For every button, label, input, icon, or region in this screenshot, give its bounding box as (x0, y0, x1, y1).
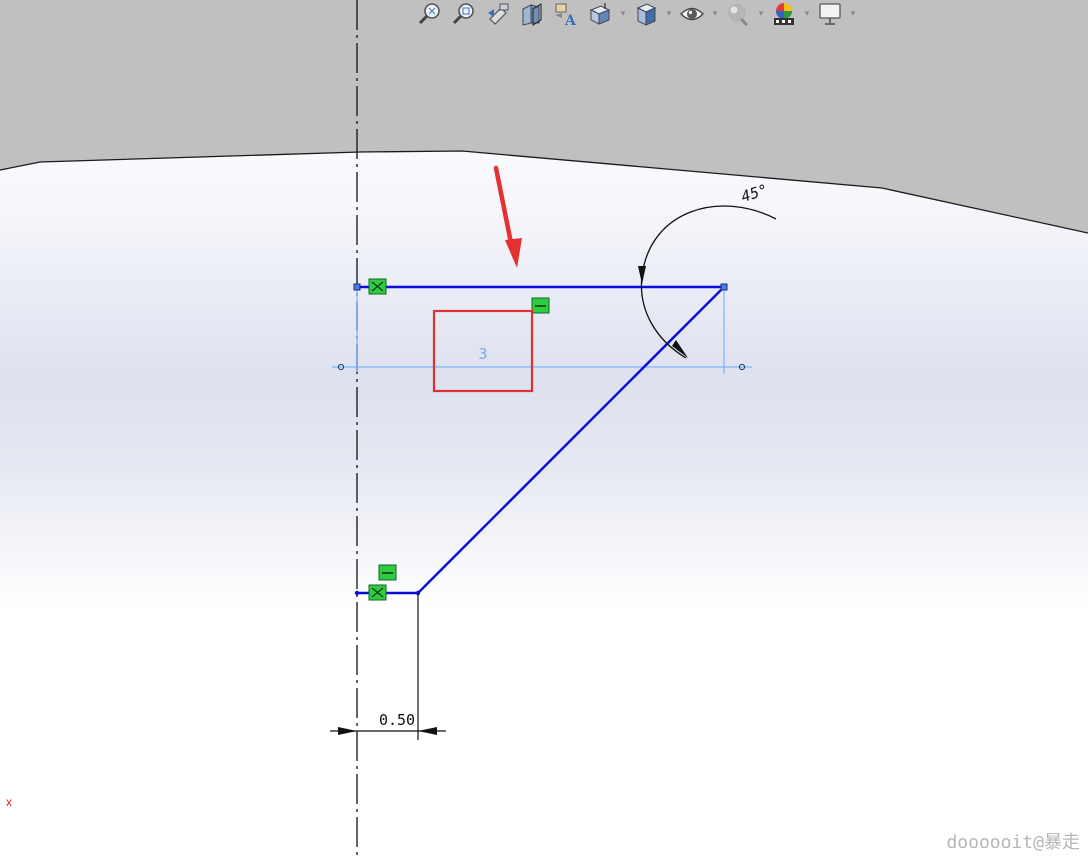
coincident-relation-icon[interactable] (368, 584, 387, 601)
annotation-arrow (493, 165, 522, 268)
origin-axis-label: x (6, 795, 12, 809)
watermark: doooooit@暴走 (946, 832, 1080, 853)
driven-dimension-value[interactable]: 3 (478, 345, 487, 363)
sketch-line-angled[interactable] (417, 286, 725, 594)
sketch-endpoint[interactable] (353, 283, 361, 291)
coincident-relation-icon[interactable] (368, 278, 387, 295)
linear-dimension-value[interactable]: 0.50 (379, 711, 415, 729)
angle-dimension[interactable] (638, 205, 777, 359)
horizontal-relation-icon[interactable] (378, 564, 397, 581)
sketch-endpoint[interactable] (354, 590, 360, 596)
horizontal-relation-icon[interactable] (531, 297, 550, 314)
sketch-canvas: 3 45° 0.50 (330, 0, 777, 858)
angle-dimension-value[interactable]: 45° (739, 180, 770, 205)
sketch-endpoint[interactable] (720, 283, 728, 291)
